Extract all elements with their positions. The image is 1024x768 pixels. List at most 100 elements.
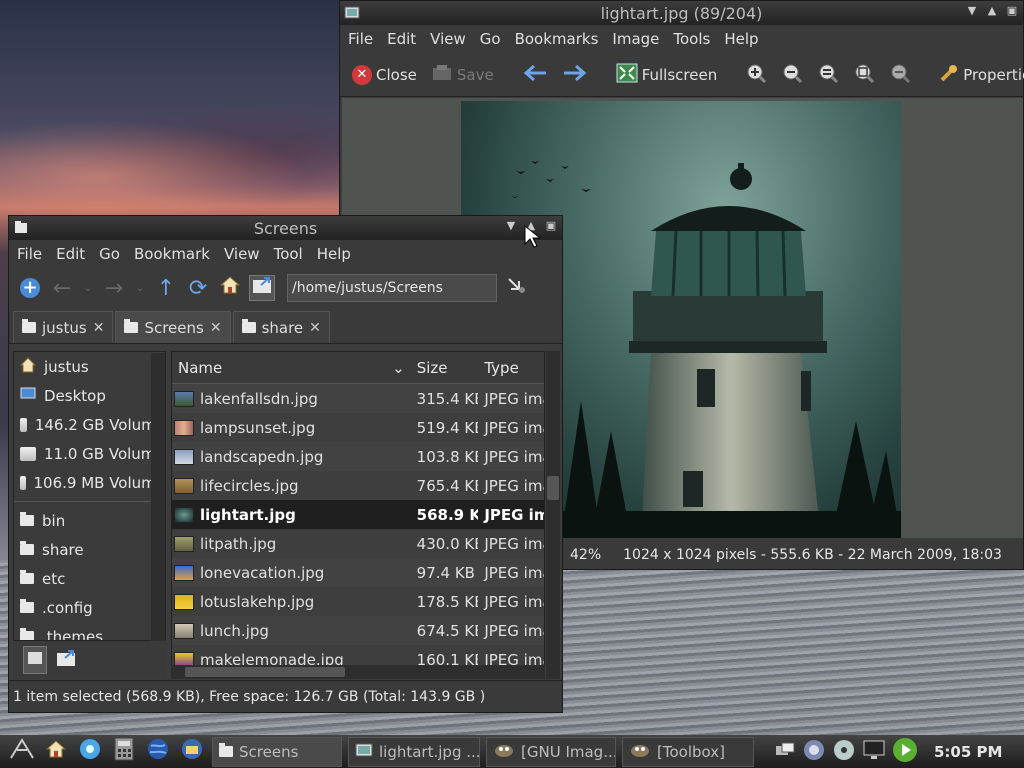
up-button[interactable]: ↑ (153, 275, 179, 301)
close-button[interactable]: ✕ Close (348, 63, 421, 87)
file-row[interactable]: lakenfallsdn.jpg 315.4 KB JPEG image (172, 384, 544, 413)
zoom-normal-icon (817, 62, 839, 88)
globe-icon (146, 737, 170, 766)
column-header-size[interactable]: Size (411, 359, 479, 377)
file-row-selected[interactable]: lightart.jpg 568.9 KB JPEG image (172, 500, 544, 529)
viewer-titlebar[interactable]: lightart.jpg (89/204) ▼ ▲ ▣ (340, 1, 1023, 25)
path-input[interactable] (287, 274, 497, 302)
task-gimp-toolbox[interactable]: [Toolbox] (622, 736, 754, 767)
menu-file[interactable]: File (17, 245, 42, 263)
menu-tools[interactable]: Tools (673, 30, 710, 48)
go-button[interactable] (503, 275, 529, 301)
minimize-icon[interactable]: ▲ (985, 4, 999, 18)
new-tab-button[interactable]: + (17, 275, 43, 301)
fullscreen-button[interactable]: Fullscreen (612, 61, 722, 89)
zoom-in-button[interactable] (741, 60, 771, 90)
start-menu-button[interactable] (8, 738, 36, 766)
clock[interactable]: 5:05 PM (934, 743, 1002, 761)
next-button[interactable] (558, 61, 592, 89)
menu-file[interactable]: File (348, 30, 373, 48)
zoom-fit-button[interactable] (849, 60, 879, 90)
sidebar-item-etc[interactable]: etc (14, 564, 165, 593)
menu-view[interactable]: View (224, 245, 260, 263)
volume-icon[interactable] (802, 738, 826, 766)
zoom-fill-button[interactable] (885, 60, 915, 90)
back-history-button[interactable]: ⌄ (81, 275, 95, 301)
back-button[interactable]: ← (49, 275, 75, 301)
forward-history-button[interactable]: ⌄ (133, 275, 147, 301)
tree-view-button[interactable] (55, 648, 77, 672)
maximize-icon[interactable]: ▣ (544, 219, 558, 233)
launcher-email[interactable] (178, 738, 206, 766)
menu-go[interactable]: Go (480, 30, 501, 48)
properties-button[interactable]: Properties (935, 61, 1024, 89)
sidebar-item-config[interactable]: .config (14, 593, 165, 622)
image-thumbnail-icon (174, 593, 194, 610)
scrollbar-thumb[interactable] (185, 667, 345, 677)
menu-edit[interactable]: Edit (387, 30, 416, 48)
reload-button[interactable]: ⟳ (185, 275, 211, 301)
task-image-viewer[interactable]: lightart.jpg ... (348, 736, 480, 767)
launcher-browser[interactable] (144, 738, 172, 766)
menu-bookmark[interactable]: Bookmark (134, 245, 210, 263)
sidebar-item-volume[interactable]: 11.0 GB Volume (14, 439, 165, 468)
menu-view[interactable]: View (430, 30, 466, 48)
close-tab-icon[interactable]: ✕ (210, 320, 222, 336)
previous-button[interactable] (518, 61, 552, 89)
open-folder-button[interactable] (249, 275, 275, 301)
home-button[interactable] (217, 275, 243, 301)
scrollbar-thumb[interactable] (547, 476, 559, 500)
tab-screens[interactable]: Screens ✕ (115, 311, 231, 343)
sidebar-item-themes[interactable]: .themes (14, 622, 165, 640)
network-icon[interactable] (774, 740, 796, 764)
zoom-out-button[interactable] (777, 60, 807, 90)
menu-edit[interactable]: Edit (56, 245, 85, 263)
file-row[interactable]: lotuslakehp.jpg 178.5 KB JPEG image (172, 587, 544, 616)
column-header-type[interactable]: Type (478, 359, 544, 377)
zoom-normal-button[interactable] (813, 60, 843, 90)
sidebar-item-volume[interactable]: 106.9 MB Volume (14, 468, 165, 497)
menu-bookmarks[interactable]: Bookmarks (515, 30, 599, 48)
menu-go[interactable]: Go (99, 245, 120, 263)
tab-share[interactable]: share ✕ (232, 311, 330, 343)
image-thumbnail-icon (174, 622, 194, 639)
menu-help[interactable]: Help (724, 30, 758, 48)
menu-tool[interactable]: Tool (274, 245, 303, 263)
sidebar-item-desktop[interactable]: Desktop (14, 381, 165, 410)
close-tab-icon[interactable]: ✕ (309, 320, 321, 336)
file-row[interactable]: lifecircles.jpg 765.4 KB JPEG image (172, 471, 544, 500)
sidebar-item-share[interactable]: share (14, 535, 165, 564)
file-list-horizontal-scrollbar[interactable] (171, 665, 545, 679)
file-row[interactable]: landscapedn.jpg 103.8 KB JPEG image (172, 442, 544, 471)
launcher-home[interactable] (42, 738, 70, 766)
display-icon[interactable] (862, 739, 886, 765)
file-row[interactable]: lampsunset.jpg 519.4 KB JPEG image (172, 413, 544, 442)
disk-icon[interactable] (832, 738, 856, 766)
sidebar-item-home[interactable]: justus (14, 352, 165, 381)
menu-image[interactable]: Image (612, 30, 659, 48)
file-row[interactable]: lunch.jpg 674.5 KB JPEG image (172, 616, 544, 645)
sidebar-item-volume[interactable]: 146.2 GB Volume (14, 410, 165, 439)
column-header-name[interactable]: Name ⌄ (172, 359, 411, 377)
play-icon[interactable] (892, 737, 918, 767)
places-view-button[interactable] (23, 646, 47, 674)
task-gimp[interactable]: [GNU Imag... (486, 736, 616, 767)
save-button[interactable]: Save (427, 62, 498, 88)
forward-button[interactable]: → (101, 275, 127, 301)
launcher-calculator[interactable] (110, 737, 138, 766)
menu-help[interactable]: Help (317, 245, 351, 263)
menu-arrow-icon[interactable]: ▼ (965, 4, 979, 18)
menu-arrow-icon[interactable]: ▼ (504, 219, 518, 233)
maximize-icon[interactable]: ▣ (1005, 4, 1019, 18)
fm-titlebar[interactable]: Screens ▼ ▲ ▣ (9, 216, 562, 240)
file-list-vertical-scrollbar[interactable] (546, 351, 560, 679)
close-tab-icon[interactable]: ✕ (93, 320, 105, 336)
file-row[interactable]: lonevacation.jpg 97.4 KB JPEG image (172, 558, 544, 587)
launcher-settings[interactable] (76, 738, 104, 766)
sidebar-item-bin[interactable]: bin (14, 506, 165, 535)
tab-justus[interactable]: justus ✕ (13, 311, 114, 343)
file-row[interactable]: litpath.jpg 430.0 KB JPEG image (172, 529, 544, 558)
sidebar-scrollbar[interactable] (151, 353, 165, 641)
task-screens[interactable]: Screens (212, 736, 342, 767)
gimp-icon (629, 741, 651, 763)
